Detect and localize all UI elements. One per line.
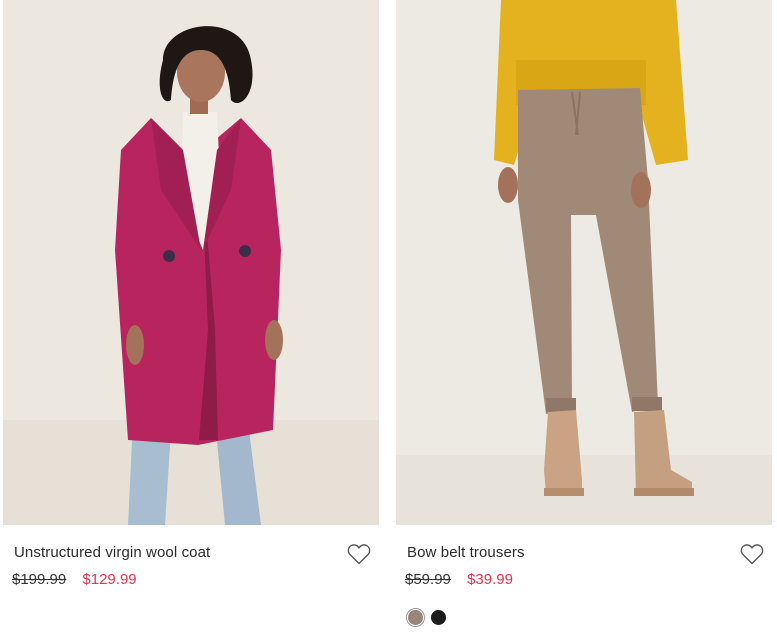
product-card[interactable]: Bow belt trousers $59.99 $39.99 bbox=[396, 0, 772, 640]
price-group: $59.99 $39.99 bbox=[405, 571, 513, 588]
color-swatch-black[interactable] bbox=[431, 610, 446, 625]
product-info: Bow belt trousers $59.99 $39.99 bbox=[396, 525, 772, 640]
product-title[interactable]: Bow belt trousers bbox=[407, 544, 525, 561]
product-image[interactable] bbox=[3, 0, 379, 525]
color-swatch-brown[interactable] bbox=[406, 608, 425, 627]
product-title[interactable]: Unstructured virgin wool coat bbox=[14, 544, 210, 561]
price-group: $199.99 $129.99 bbox=[12, 571, 137, 588]
product-card[interactable]: Unstructured virgin wool coat $199.99 $1… bbox=[3, 0, 379, 640]
product-info: Unstructured virgin wool coat $199.99 $1… bbox=[3, 525, 379, 640]
sale-price: $129.99 bbox=[82, 571, 137, 588]
wishlist-heart-icon[interactable] bbox=[740, 543, 764, 565]
product-image[interactable] bbox=[396, 0, 772, 525]
sale-price: $39.99 bbox=[467, 571, 513, 588]
color-swatches bbox=[406, 608, 446, 627]
wishlist-heart-icon[interactable] bbox=[347, 543, 371, 565]
original-price: $59.99 bbox=[405, 571, 451, 588]
product-grid: Unstructured virgin wool coat $199.99 $1… bbox=[0, 0, 777, 640]
original-price: $199.99 bbox=[12, 571, 67, 588]
